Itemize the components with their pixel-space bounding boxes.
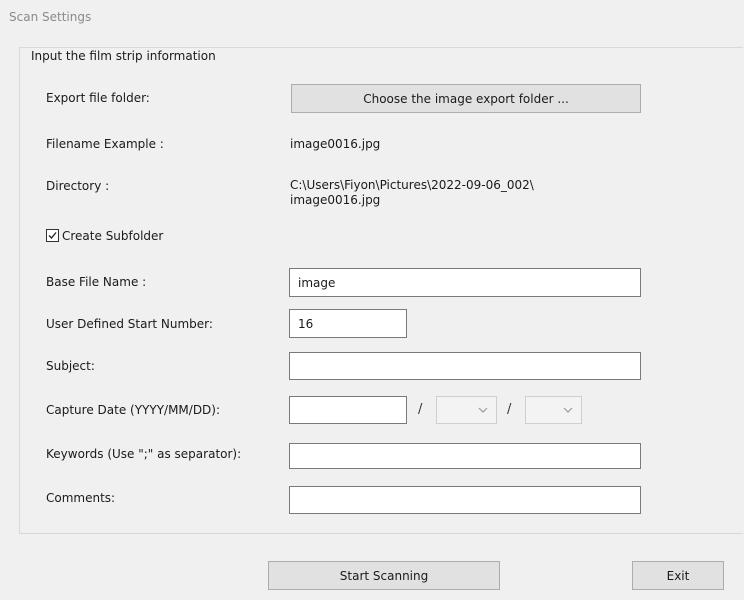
base-file-name-label: Base File Name : — [46, 275, 147, 289]
keywords-label: Keywords (Use ";" as separator): — [46, 447, 242, 461]
capture-date-label: Capture Date (YYYY/MM/DD): — [46, 403, 221, 417]
date-separator: / — [418, 402, 423, 417]
capture-day-select[interactable] — [525, 396, 582, 424]
export-folder-label: Export file folder: — [46, 91, 150, 105]
filename-example-label: Filename Example : — [46, 137, 164, 151]
exit-button[interactable]: Exit — [632, 561, 724, 590]
comments-input[interactable] — [289, 486, 641, 514]
date-separator: / — [507, 402, 512, 417]
base-file-name-input[interactable]: image — [289, 268, 641, 297]
directory-value-line1: C:\Users\Fiyon\Pictures\2022-09-06_002\ — [290, 178, 534, 192]
capture-year-input[interactable] — [289, 396, 407, 424]
capture-month-select[interactable] — [436, 396, 497, 424]
create-subfolder-label[interactable]: Create Subfolder — [62, 229, 163, 243]
subject-input[interactable] — [289, 352, 641, 380]
directory-label: Directory : — [46, 179, 110, 193]
start-scanning-button[interactable]: Start Scanning — [268, 561, 500, 590]
chevron-down-icon — [563, 407, 573, 413]
start-number-label: User Defined Start Number: — [46, 317, 213, 331]
group-legend: Input the film strip information — [27, 49, 220, 63]
choose-export-folder-button[interactable]: Choose the image export folder ... — [291, 84, 641, 113]
directory-value-line2: image0016.jpg — [290, 193, 381, 207]
start-number-input[interactable]: 16 — [289, 309, 407, 338]
filename-example-value: image0016.jpg — [290, 137, 381, 151]
chevron-down-icon — [478, 407, 488, 413]
keywords-input[interactable] — [289, 443, 641, 469]
create-subfolder-checkbox[interactable] — [46, 229, 59, 242]
window-title: Scan Settings — [9, 10, 92, 24]
subject-label: Subject: — [46, 359, 95, 373]
comments-label: Comments: — [46, 491, 116, 505]
checkmark-icon — [48, 232, 57, 239]
